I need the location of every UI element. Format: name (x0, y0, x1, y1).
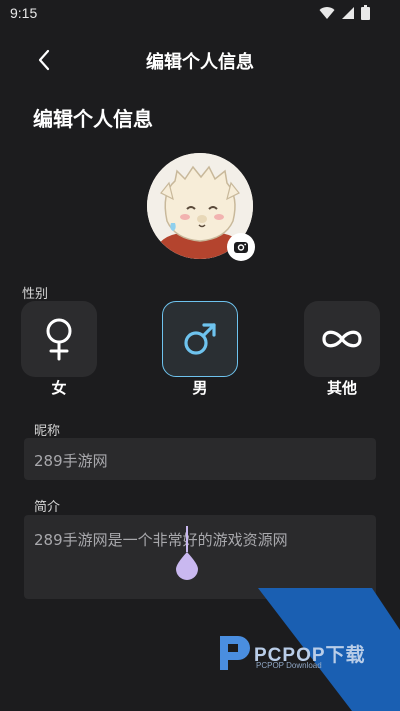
camera-badge[interactable] (227, 233, 255, 261)
gender-label: 性别 (22, 287, 49, 302)
gender-label-female: 女 (51, 379, 67, 397)
camera-icon (234, 242, 248, 253)
avatar-button[interactable] (147, 153, 255, 261)
watermark-brand: PCPOP下载 (254, 645, 366, 666)
nav-title: 编辑个人信息 (146, 52, 254, 73)
bio-value: 289手游网是一个非常好的游戏资源网 (34, 531, 288, 549)
nickname-value: 289手游网 (34, 452, 108, 470)
signal-icon (342, 6, 354, 19)
male-icon (184, 323, 216, 355)
status-bar: 9:15 (0, 0, 400, 28)
gender-option-male[interactable] (162, 301, 238, 377)
status-icons (319, 5, 370, 20)
cursor-handle-icon (176, 526, 198, 580)
status-time: 9:15 (10, 5, 38, 21)
gender-label-male: 男 (192, 379, 208, 397)
gender-option-female[interactable] (21, 301, 97, 377)
page-title: 编辑个人信息 (33, 107, 153, 131)
watermark-sub: PCPOP Download (256, 661, 322, 670)
nickname-field[interactable]: 289手游网 (24, 438, 376, 480)
battery-icon (361, 5, 370, 20)
bio-label: 简介 (34, 500, 61, 515)
nav-bar: 编辑个人信息 (0, 36, 400, 82)
gender-option-other[interactable] (304, 301, 380, 377)
nickname-label: 昵称 (34, 424, 61, 439)
gender-label-other: 其他 (326, 379, 357, 397)
watermark-logo-icon (220, 636, 250, 670)
female-icon (46, 318, 72, 361)
text-cursor-handle[interactable] (174, 524, 200, 580)
wifi-icon (319, 6, 335, 19)
infinity-icon (322, 330, 362, 348)
bio-field[interactable]: 289手游网是一个非常好的游戏资源网 (24, 515, 376, 599)
